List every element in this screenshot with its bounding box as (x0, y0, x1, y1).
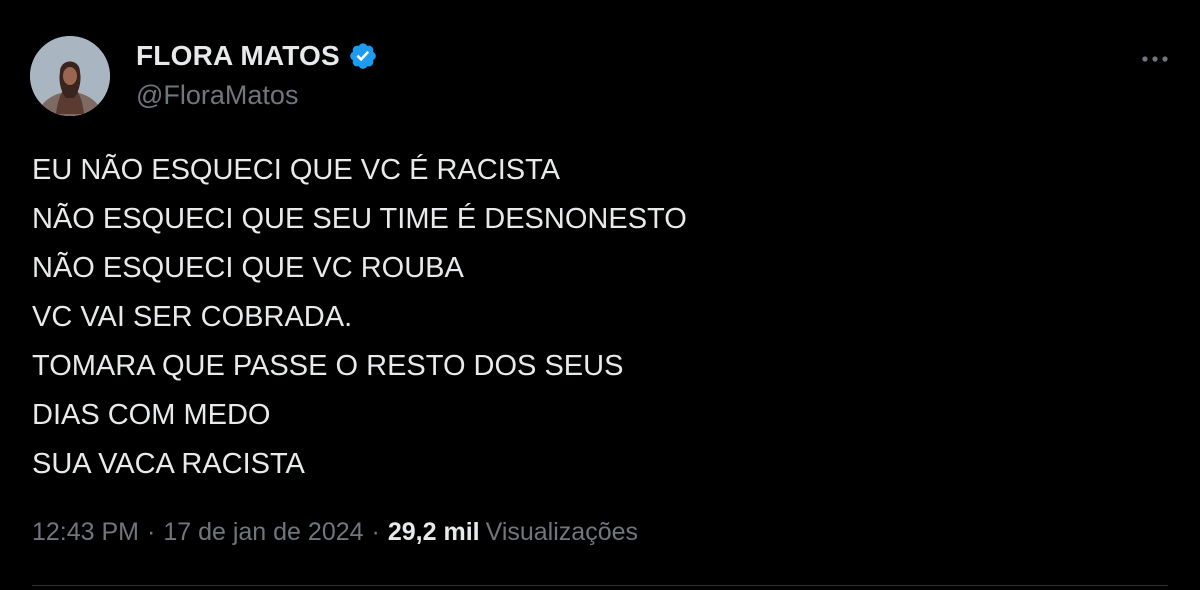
tweet-card: FLORA MATOS @FloraMatos EU NÃO ESQUECI Q… (0, 0, 1200, 590)
tweet-text-line: SUA VACA RACISTA (32, 448, 305, 480)
more-options-icon[interactable] (1140, 44, 1170, 74)
verified-badge-icon[interactable] (348, 41, 378, 71)
author-handle[interactable]: @FloraMatos (136, 80, 378, 111)
tweet-text: EU NÃO ESQUECI QUE VC É RACISTA NÃO ESQU… (32, 146, 1152, 489)
divider (32, 585, 1168, 586)
tweet-text-line: TOMARA QUE PASSE O RESTO DOS SEUS (32, 350, 624, 382)
tweet-time[interactable]: 12:43 PM (32, 518, 139, 547)
tweet-text-line: EU NÃO ESQUECI QUE VC É RACISTA (32, 154, 561, 186)
views-count: 29,2 mil (387, 518, 480, 546)
tweet-text-line: DIAS COM MEDO (32, 399, 271, 431)
meta-separator: · (147, 518, 156, 546)
tweet-date[interactable]: 17 de jan de 2024 (163, 518, 363, 547)
display-name-row: FLORA MATOS (136, 38, 378, 74)
avatar-image (30, 36, 110, 116)
tweet-meta: 12:43 PM · 17 de jan de 2024 · 29,2 mil … (32, 518, 638, 547)
tweet-text-line: NÃO ESQUECI QUE SEU TIME É DESNONESTO (32, 203, 687, 235)
tweet-text-line: NÃO ESQUECI QUE VC ROUBA (32, 252, 464, 284)
display-name[interactable]: FLORA MATOS (136, 40, 340, 72)
author-avatar[interactable] (30, 36, 110, 116)
tweet-text-line: VC VAI SER COBRADA. (32, 301, 353, 333)
author-names: FLORA MATOS @FloraMatos (136, 38, 378, 111)
views-label[interactable]: Visualizações (486, 518, 638, 547)
meta-separator: · (371, 518, 380, 546)
